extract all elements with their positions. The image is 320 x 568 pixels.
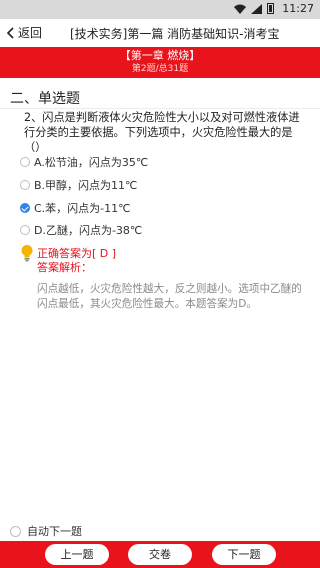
status-time: 11:27 xyxy=(282,2,314,15)
title-bar: 返回 [技术实务]第一篇 消防基础知识-消考宝 xyxy=(0,19,320,48)
radio-button[interactable] xyxy=(20,225,30,235)
option-label: B.甲醇，闪点为11℃ xyxy=(34,179,138,192)
prev-question-button[interactable]: 上一题 xyxy=(45,544,109,565)
option-d[interactable]: D.乙醚，闪点为-38℃ xyxy=(20,222,142,238)
next-question-button[interactable]: 下一题 xyxy=(212,544,276,565)
auto-next-toggle[interactable]: 自动下一题 xyxy=(10,523,82,539)
option-b[interactable]: B.甲醇，闪点为11℃ xyxy=(20,177,137,193)
option-a[interactable]: A.松节油，闪点为35℃ xyxy=(20,154,148,170)
wifi-icon xyxy=(234,4,246,14)
lightbulb-icon xyxy=(21,245,33,262)
question-text: 2、闪点是判断液体火灾危险性大小以及对可燃性液体进行分类的主要依据。下列选项中，… xyxy=(24,111,300,154)
chapter-name: 【第一章 燃烧】 xyxy=(119,49,201,62)
option-label: A.松节油，闪点为35℃ xyxy=(34,156,149,169)
analysis-text: 闪点越低，火灾危险性越大，反之则越小。选项中乙醚的闪点最低，其火灾危险性最大。本… xyxy=(37,283,302,310)
battery-icon xyxy=(267,3,274,14)
chevron-left-icon xyxy=(6,26,14,39)
back-button[interactable]: 返回 xyxy=(6,24,42,41)
divider xyxy=(0,108,320,109)
option-label: C.苯，闪点为-11℃ xyxy=(34,202,131,215)
bottom-bar: 上一题 交卷 下一题 xyxy=(0,541,320,568)
status-bar: 11:27 xyxy=(0,0,320,19)
option-label: D.乙醚，闪点为-38℃ xyxy=(34,224,143,237)
radio-button[interactable] xyxy=(20,157,30,167)
question-progress: 第2题/总31题 xyxy=(131,64,189,74)
auto-next-label: 自动下一题 xyxy=(27,525,82,538)
back-label: 返回 xyxy=(18,26,43,40)
radio-button-checked[interactable] xyxy=(20,203,30,213)
submit-exam-button[interactable]: 交卷 xyxy=(128,544,192,565)
status-icons xyxy=(234,3,274,14)
signal-icon xyxy=(251,3,262,14)
chapter-bar: 【第一章 燃烧】 第2题/总31题 xyxy=(0,47,320,78)
radio-button[interactable] xyxy=(20,180,30,190)
option-c[interactable]: C.苯，闪点为-11℃ xyxy=(20,200,131,216)
page-title: [技术实务]第一篇 消防基础知识-消考宝 xyxy=(70,27,280,41)
analysis-label: 答案解析： xyxy=(37,261,92,274)
section-title: 二、单选题 xyxy=(10,91,80,107)
radio-button[interactable] xyxy=(10,525,21,537)
